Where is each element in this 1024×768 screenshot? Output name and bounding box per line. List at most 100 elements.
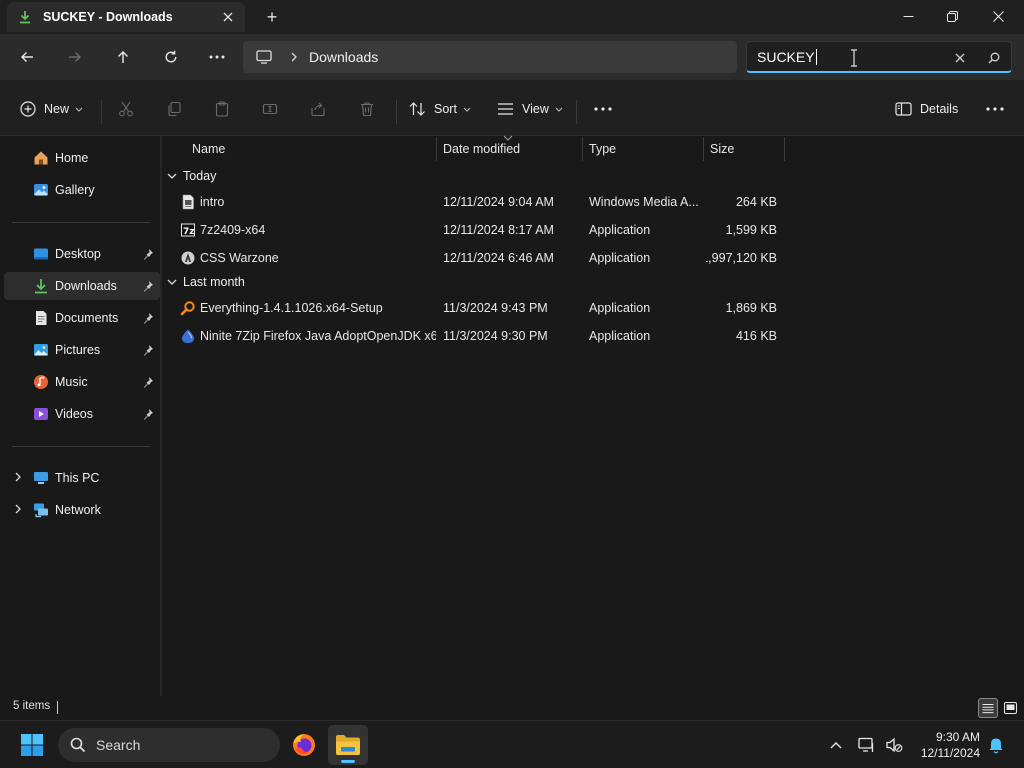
rename-icon[interactable] xyxy=(260,99,280,119)
file-row[interactable]: intro 12/11/2024 9:04 AM Windows Media A… xyxy=(166,188,784,216)
group-label: Today xyxy=(183,169,217,183)
plus-circle-icon xyxy=(20,101,36,117)
pin-icon[interactable] xyxy=(142,312,154,324)
sidebar-label: Downloads xyxy=(55,279,117,293)
sidebar-item-gallery[interactable]: Gallery xyxy=(4,176,160,204)
restore-button[interactable] xyxy=(930,2,974,30)
share-icon[interactable] xyxy=(308,99,328,119)
details-view-toggle[interactable] xyxy=(978,698,998,718)
see-more-button[interactable] xyxy=(594,94,612,124)
file-size: 1,997,120 KB xyxy=(706,251,777,265)
up-arrow-icon[interactable] xyxy=(109,43,137,71)
search-input[interactable]: SUCKEY xyxy=(746,41,1012,73)
column-label: Name xyxy=(192,142,226,156)
volume-muted-icon[interactable] xyxy=(884,735,904,755)
taskbar-search[interactable]: Search xyxy=(58,728,280,762)
chevron-right-icon[interactable] xyxy=(12,503,24,515)
column-header-type[interactable]: Type xyxy=(589,136,699,162)
sidebar-item-this-pc[interactable]: This PC xyxy=(4,464,160,492)
address-bar[interactable]: Downloads xyxy=(243,41,737,73)
file-name: intro xyxy=(200,195,225,209)
refresh-icon[interactable] xyxy=(157,43,185,71)
column-resize-handle[interactable] xyxy=(703,137,704,161)
copy-icon[interactable] xyxy=(164,99,184,119)
new-tab-button[interactable]: + xyxy=(262,7,282,27)
taskbar-file-explorer[interactable] xyxy=(328,725,368,765)
7zip-icon: 7z xyxy=(181,223,195,237)
sidebar-label: Home xyxy=(55,151,89,165)
sidebar-item-videos[interactable]: Videos xyxy=(4,400,160,428)
download-arrow-icon xyxy=(17,9,33,25)
delete-icon[interactable] xyxy=(357,99,377,119)
search-query[interactable]: SUCKEY xyxy=(757,49,1011,65)
more-options-icon xyxy=(594,107,612,111)
paste-icon[interactable] xyxy=(212,99,232,119)
column-resize-handle[interactable] xyxy=(582,137,583,161)
sidebar-item-pictures[interactable]: Pictures xyxy=(4,336,160,364)
group-header-today[interactable]: Today xyxy=(166,164,216,188)
item-count: 5 items xyxy=(13,700,51,712)
file-row[interactable]: 7z 7z2409-x64 12/11/2024 8:17 AM Applica… xyxy=(166,216,784,244)
tiles-view-toggle[interactable] xyxy=(1000,698,1020,718)
pin-icon[interactable] xyxy=(142,280,154,292)
file-row[interactable]: Everything-1.4.1.1026.x64-Setup 11/3/202… xyxy=(166,294,784,322)
forward-arrow-icon[interactable] xyxy=(61,43,89,71)
minimize-button[interactable] xyxy=(886,2,930,30)
pictures-icon xyxy=(34,344,48,356)
column-header-name[interactable]: Name xyxy=(192,136,432,162)
group-header-last-month[interactable]: Last month xyxy=(166,270,245,294)
file-size: 416 KB xyxy=(735,329,777,343)
sidebar-item-network[interactable]: Network xyxy=(4,496,160,524)
system-clock[interactable]: 9:30 AM 12/11/2024 xyxy=(908,729,980,761)
sidebar-item-downloads[interactable]: Downloads xyxy=(4,272,160,300)
tab-downloads[interactable]: SUCKEY - Downloads xyxy=(7,2,245,32)
file-date: 12/11/2024 8:17 AM xyxy=(443,223,554,237)
address-row: Downloads SUCKEY xyxy=(0,34,1024,80)
sidebar-item-home[interactable]: Home xyxy=(4,144,160,172)
windows-start-icon[interactable] xyxy=(20,733,44,757)
sidebar-item-desktop[interactable]: Desktop xyxy=(4,240,160,268)
firefox-icon xyxy=(293,734,315,756)
breadcrumb-chevron-icon[interactable] xyxy=(291,50,297,65)
file-name: Everything-1.4.1.1026.x64-Setup xyxy=(200,301,383,315)
cut-icon[interactable] xyxy=(116,99,136,119)
column-resize-handle[interactable] xyxy=(784,137,785,161)
details-pane-button[interactable]: Details xyxy=(895,94,958,124)
pin-icon[interactable] xyxy=(142,408,154,420)
file-size: 1,869 KB xyxy=(725,301,777,315)
column-header-date[interactable]: Date modified xyxy=(443,136,583,162)
options-button[interactable] xyxy=(986,94,1004,124)
back-arrow-icon[interactable] xyxy=(13,43,41,71)
column-header-size[interactable]: Size xyxy=(710,136,780,162)
taskbar-search-label: Search xyxy=(96,737,141,753)
sort-button[interactable]: Sort xyxy=(409,94,471,124)
close-window-button[interactable] xyxy=(976,2,1020,30)
view-button[interactable]: View xyxy=(497,94,563,124)
taskbar: Search 9:30 AM 12/11/2024 xyxy=(0,720,1024,768)
download-arrow-icon xyxy=(35,279,47,294)
computer-icon xyxy=(255,48,273,66)
file-row[interactable]: Ninite 7Zip Firefox Java AdoptOpenJDK x6… xyxy=(166,322,784,350)
taskbar-firefox[interactable] xyxy=(284,725,324,765)
display-icon[interactable] xyxy=(857,735,877,755)
more-options-icon[interactable] xyxy=(203,43,231,71)
pin-icon[interactable] xyxy=(142,344,154,356)
breadcrumb-downloads[interactable]: Downloads xyxy=(309,49,378,65)
title-bar: SUCKEY - Downloads + xyxy=(0,0,1024,34)
notification-bell-icon[interactable] xyxy=(986,735,1006,755)
sidebar-item-documents[interactable]: Documents xyxy=(4,304,160,332)
clear-search-icon[interactable] xyxy=(951,49,969,67)
close-tab-icon[interactable] xyxy=(219,8,237,26)
sidebar-item-music[interactable]: Music xyxy=(4,368,160,396)
file-row[interactable]: CSS Warzone 12/11/2024 6:46 AM Applicati… xyxy=(166,244,784,272)
sort-label: Sort xyxy=(434,102,457,116)
show-hidden-icons-chevron-icon[interactable] xyxy=(826,735,846,755)
pin-icon[interactable] xyxy=(142,248,154,260)
group-label: Last month xyxy=(183,275,245,289)
pin-icon[interactable] xyxy=(142,376,154,388)
new-button[interactable]: New xyxy=(20,94,83,124)
file-date: 12/11/2024 9:04 AM xyxy=(443,195,554,209)
search-icon[interactable] xyxy=(985,49,1003,67)
column-resize-handle[interactable] xyxy=(436,137,437,161)
chevron-right-icon[interactable] xyxy=(12,471,24,483)
